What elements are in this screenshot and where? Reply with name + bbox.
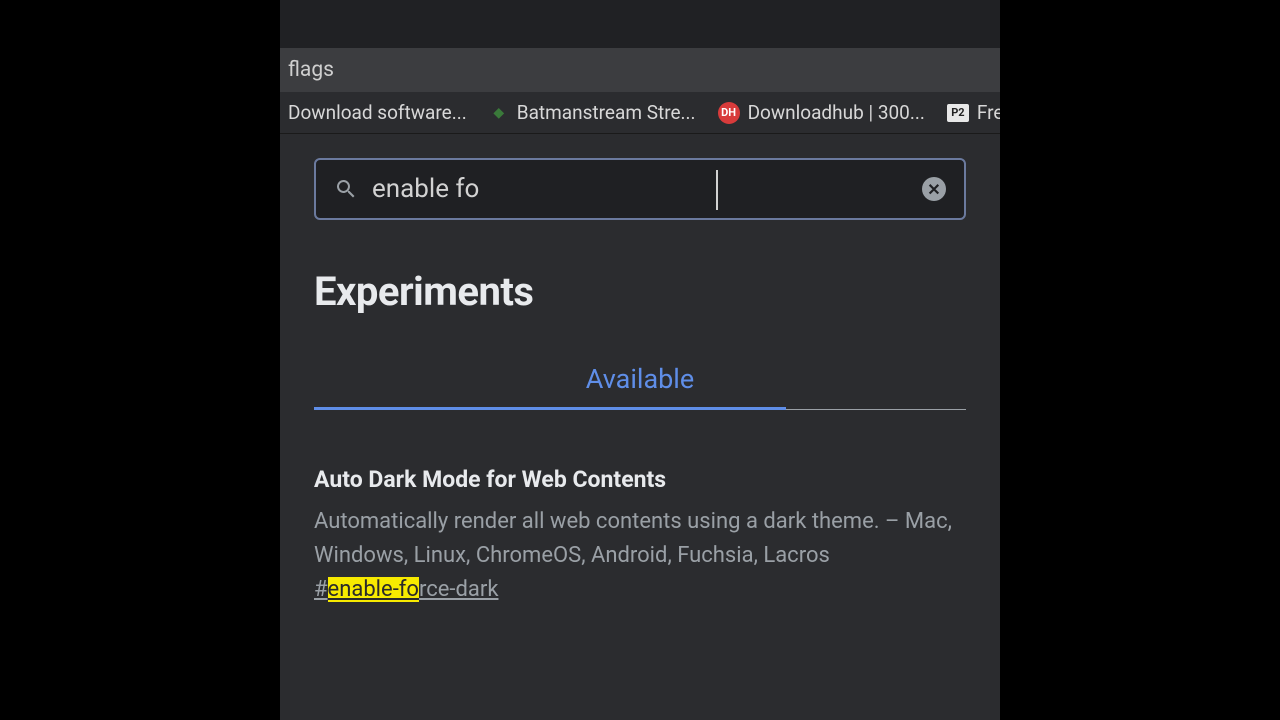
flag-hash-suffix: rce-dark — [419, 577, 499, 602]
bookmark-label: Download software... — [288, 101, 467, 124]
browser-viewport: flags Download software... ◆ Batmanstrea… — [280, 0, 1000, 720]
bookmark-label: Free live — [977, 101, 1000, 124]
search-box[interactable]: ✕ — [314, 158, 966, 220]
text-caret — [716, 170, 718, 210]
tabs: Available — [314, 363, 966, 410]
bookmark-item[interactable]: Download software... — [288, 101, 467, 124]
bookmark-favicon: DH — [718, 102, 740, 124]
flag-hash[interactable]: #enable-force-dark — [314, 577, 966, 602]
flag-item: Auto Dark Mode for Web Contents Automati… — [314, 466, 966, 602]
bookmark-item[interactable]: ◆ Batmanstream Stre... — [489, 101, 696, 124]
bookmark-favicon: ◆ — [489, 103, 509, 123]
bookmark-label: Downloadhub | 300... — [748, 101, 925, 124]
tab-available[interactable]: Available — [314, 363, 966, 409]
search-input[interactable] — [372, 174, 908, 204]
flag-hash-highlight: enable-fo — [328, 577, 419, 602]
flag-description: Automatically render all web contents us… — [314, 505, 966, 573]
tab-strip — [280, 0, 1000, 48]
flag-hash-prefix: # — [314, 577, 328, 602]
clear-search-icon[interactable]: ✕ — [922, 177, 946, 201]
search-icon — [334, 177, 358, 201]
page-content: ✕ Experiments Available Auto Dark Mode f… — [280, 134, 1000, 602]
address-bar[interactable]: flags — [280, 48, 1000, 92]
bookmarks-bar: Download software... ◆ Batmanstream Stre… — [280, 92, 1000, 134]
bookmark-item[interactable]: DH Downloadhub | 300... — [718, 101, 925, 124]
bookmark-item[interactable]: P2 Free live — [947, 101, 1000, 124]
url-text: flags — [288, 58, 334, 82]
bookmark-favicon: P2 — [947, 104, 969, 122]
bookmark-label: Batmanstream Stre... — [517, 101, 696, 124]
page-title: Experiments — [314, 268, 966, 315]
flag-title: Auto Dark Mode for Web Contents — [314, 466, 966, 493]
